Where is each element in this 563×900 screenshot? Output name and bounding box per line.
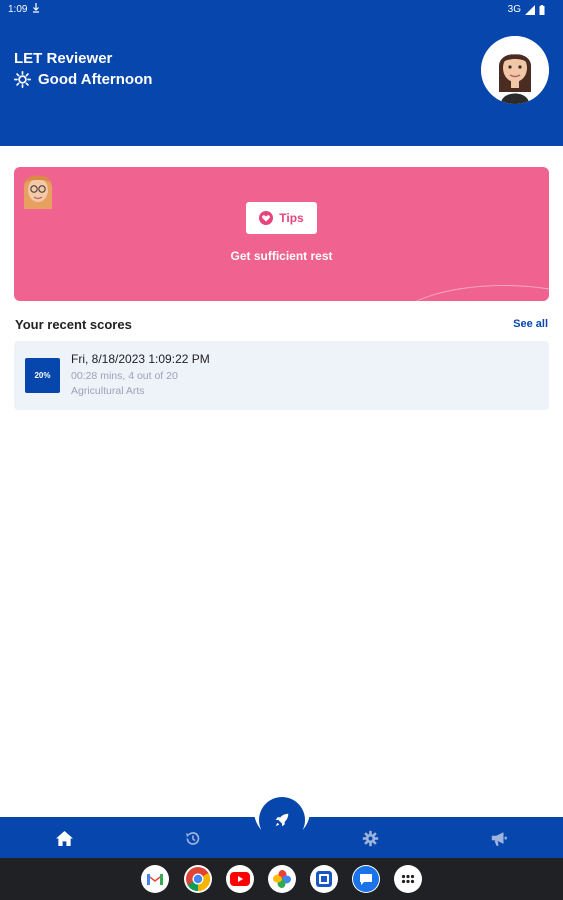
settings-icon <box>362 830 378 846</box>
messages-icon <box>353 866 379 892</box>
gmail-icon <box>147 874 163 885</box>
dock-photos[interactable] <box>268 865 296 893</box>
nav-announcements[interactable] <box>489 828 509 848</box>
rocket-icon <box>275 813 289 827</box>
rocket-button[interactable] <box>259 797 305 843</box>
status-time: 1:09 <box>8 4 28 15</box>
battery-icon <box>539 4 545 15</box>
memoji-sticker <box>24 175 52 209</box>
tips-button[interactable]: Tips <box>246 202 317 234</box>
app-drawer-icon <box>401 874 415 884</box>
score-date: Fri, 8/18/2023 1:09:22 PM <box>71 352 210 366</box>
network-type: 3G <box>507 4 521 15</box>
profile-avatar[interactable] <box>481 36 549 104</box>
dock-youtube[interactable] <box>226 865 254 893</box>
dock-app[interactable] <box>310 865 338 893</box>
home-icon <box>55 830 73 846</box>
sun-icon <box>14 71 31 88</box>
dock-chrome[interactable] <box>184 865 212 893</box>
greeting-row: Good Afternoon <box>14 71 152 88</box>
avatar-illustration <box>481 36 549 104</box>
see-all-link[interactable]: See all <box>513 318 548 330</box>
status-indicators: 3G <box>508 4 545 15</box>
score-details: 00:28 mins, 4 out of 20 <box>71 370 178 382</box>
heart-icon <box>259 211 274 225</box>
dock-app-drawer[interactable] <box>394 865 422 893</box>
greeting-text: Good Afternoon <box>38 71 153 88</box>
recent-scores-title: Your recent scores <box>15 317 132 332</box>
dock-messages[interactable] <box>352 865 380 893</box>
tips-button-label: Tips <box>279 211 304 225</box>
score-list-item[interactable]: 20% Fri, 8/18/2023 1:09:22 PM 00:28 mins… <box>14 341 549 410</box>
youtube-icon <box>230 872 250 886</box>
history-icon <box>185 831 199 845</box>
app-screen: 1:09 3G LET Reviewer Good Afternoon Tips… <box>0 0 563 900</box>
header: 1:09 3G LET Reviewer Good Afternoon <box>0 0 563 146</box>
decorative-arc <box>394 285 549 301</box>
app-title: LET Reviewer <box>14 50 113 67</box>
status-bar: 1:09 3G <box>0 0 563 20</box>
score-subject: Agricultural Arts <box>71 385 145 397</box>
tips-card: Tips Get sufficient rest <box>14 167 549 301</box>
nav-home[interactable] <box>54 828 74 848</box>
app-icon <box>316 871 332 887</box>
tip-text: Get sufficient rest <box>230 249 333 263</box>
announcement-icon <box>491 831 507 846</box>
download-icon <box>33 3 39 13</box>
nav-settings[interactable] <box>360 828 380 848</box>
score-badge: 20% <box>25 358 60 393</box>
signal-icon <box>525 4 535 15</box>
photos-icon <box>273 870 291 888</box>
nav-history[interactable] <box>182 828 202 848</box>
chrome-icon <box>186 867 211 891</box>
system-dock <box>0 858 563 900</box>
dock-gmail[interactable] <box>141 865 169 893</box>
